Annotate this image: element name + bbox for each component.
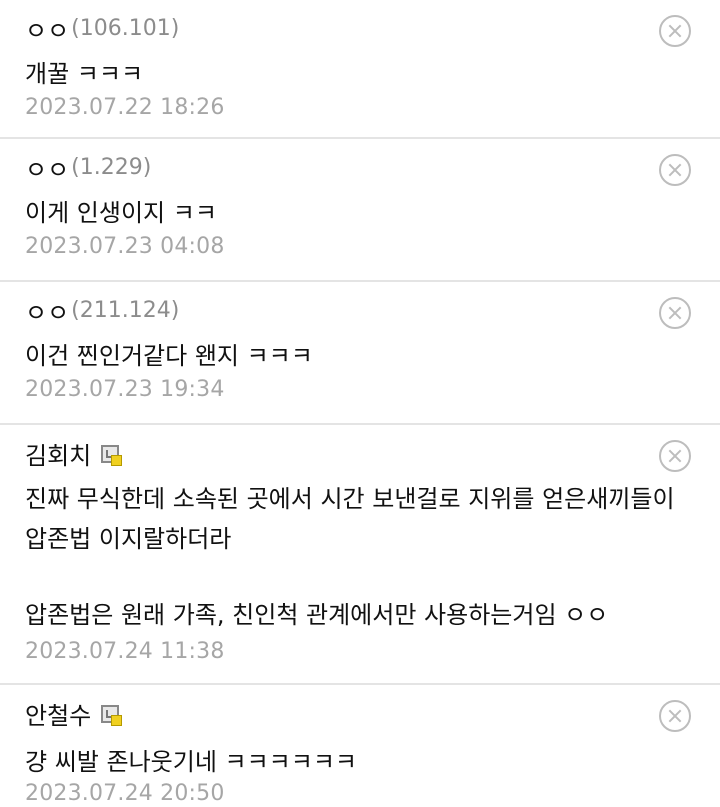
comment-text: 개꿀 ㅋㅋㅋ (25, 60, 144, 88)
comment-body: 개꿀 ㅋㅋㅋ (25, 54, 700, 94)
comment-text: 걍 씨발 존나웃기네 ㅋㅋㅋㅋㅋㅋ (25, 748, 358, 776)
comment-text: 압존법 이지랄하더라 (25, 525, 232, 553)
comment-ip: (211.124) (71, 297, 180, 323)
comment-item: ㅇㅇ (106.101) 개꿀 ㅋㅋㅋ 2023.07.22 18:26 (0, 0, 720, 139)
comment-body: 이게 인생이지 ㅋㅋ (25, 193, 700, 233)
comment-date: 2023.07.24 11:38 (25, 639, 225, 664)
comment-nickname[interactable]: ㅇㅇ (25, 11, 69, 46)
comment-meta: ㅇㅇ (211.124) (25, 293, 180, 328)
close-circle-icon[interactable] (659, 15, 691, 47)
comment-meta: 김회치 (25, 436, 123, 471)
comment-text (25, 559, 700, 599)
comment-list: ㅇㅇ (106.101) 개꿀 ㅋㅋㅋ 2023.07.22 18:26 ㅇㅇ … (0, 0, 720, 807)
comment-meta: 안철수 (25, 696, 123, 731)
close-circle-icon[interactable] (659, 297, 691, 329)
comment-item: 안철수 걍 씨발 존나웃기네 ㅋㅋㅋㅋㅋㅋ 2023.07.24 20:50 (0, 685, 720, 807)
comment-meta: ㅇㅇ (1.229) (25, 150, 152, 185)
close-circle-icon[interactable] (659, 440, 691, 472)
member-badge-icon (101, 705, 123, 726)
member-badge-icon (101, 445, 123, 466)
comment-date: 2023.07.23 19:34 (25, 377, 225, 402)
comment-date: 2023.07.22 18:26 (25, 95, 225, 120)
close-circle-icon[interactable] (659, 154, 691, 186)
comment-nickname[interactable]: 김회치 (25, 436, 91, 471)
comment-body: 진짜 무식한데 소속된 곳에서 시간 보낸걸로 지위를 얻은새끼들이 압존법 이… (25, 479, 700, 635)
comment-nickname[interactable]: ㅇㅇ (25, 293, 69, 328)
comment-date: 2023.07.23 04:08 (25, 234, 225, 259)
comment-text: 압존법은 원래 가족, 친인척 관계에서만 사용하는거임 ㅇㅇ (25, 601, 609, 629)
comment-ip: (1.229) (71, 154, 152, 180)
comment-item: ㅇㅇ (1.229) 이게 인생이지 ㅋㅋ 2023.07.23 04:08 (0, 139, 720, 282)
comment-date: 2023.07.24 20:50 (25, 781, 225, 806)
comment-item: 김회치 진짜 무식한데 소속된 곳에서 시간 보낸걸로 지위를 얻은새끼들이 압… (0, 425, 720, 685)
comment-ip: (106.101) (71, 15, 180, 41)
comment-body: 이건 찐인거같다 왠지 ㅋㅋㅋ (25, 336, 700, 376)
close-circle-icon[interactable] (659, 700, 691, 732)
comment-text: 진짜 무식한데 소속된 곳에서 시간 보낸걸로 지위를 얻은새끼들이 (25, 485, 675, 513)
comment-text: 이건 찐인거같다 왠지 ㅋㅋㅋ (25, 342, 313, 370)
comment-nickname[interactable]: 안철수 (25, 696, 91, 731)
comment-body: 걍 씨발 존나웃기네 ㅋㅋㅋㅋㅋㅋ (25, 742, 700, 782)
comment-meta: ㅇㅇ (106.101) (25, 11, 180, 46)
comment-item: ㅇㅇ (211.124) 이건 찐인거같다 왠지 ㅋㅋㅋ 2023.07.23 … (0, 282, 720, 425)
comment-nickname[interactable]: ㅇㅇ (25, 150, 69, 185)
comment-text: 이게 인생이지 ㅋㅋ (25, 199, 217, 227)
